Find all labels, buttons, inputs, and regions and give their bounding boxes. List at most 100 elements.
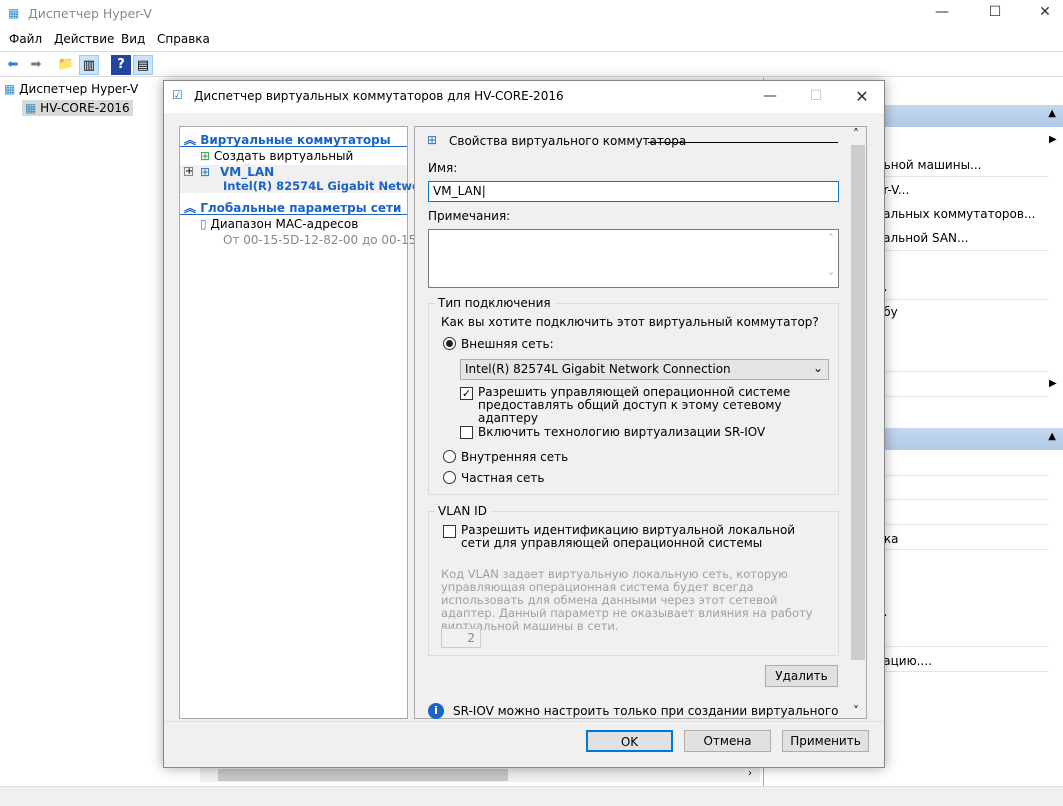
network-switch-icon: ⊞ bbox=[427, 133, 438, 147]
tree-server-label: HV-CORE-2016 bbox=[40, 101, 130, 115]
external-network-radio[interactable] bbox=[443, 337, 456, 350]
network-add-icon: ⊞ bbox=[200, 149, 211, 163]
collapse-chevron-icon[interactable]: ︽ bbox=[184, 201, 196, 215]
properties-scrollbar[interactable]: ˄ ˅ bbox=[850, 127, 866, 718]
dialog-title: Диспетчер виртуальных коммутаторов для H… bbox=[194, 89, 564, 103]
section-global-network[interactable]: ︽ Глобальные параметры сети bbox=[180, 197, 407, 215]
collapse-icon[interactable]: ▲ bbox=[1048, 431, 1056, 442]
hyperv-manager-icon: ▦ bbox=[4, 82, 16, 96]
show-hide-action-pane-icon[interactable]: ▤ bbox=[133, 55, 153, 75]
delete-button[interactable]: Удалить bbox=[765, 665, 838, 687]
private-network-radio[interactable] bbox=[443, 471, 456, 484]
name-value: VM_LAN bbox=[433, 184, 482, 198]
switch-list: ︽ Виртуальные коммутаторы ⊞ Создать вирт… bbox=[179, 126, 440, 719]
menu-bar: Файл Действие Вид Справка bbox=[0, 28, 1063, 50]
horizontal-scrollbar[interactable]: › bbox=[200, 768, 760, 782]
adapter-dropdown[interactable]: Intel(R) 82574L Gigabit Network Connecti… bbox=[460, 359, 829, 380]
forward-icon[interactable]: ➡ bbox=[26, 55, 46, 75]
properties-header: Свойства виртуального коммутатора bbox=[449, 134, 687, 148]
maximize-button[interactable]: ☐ bbox=[985, 4, 1005, 22]
collapse-chevron-icon[interactable]: ︽ bbox=[184, 133, 196, 147]
vlan-id-label: VLAN ID bbox=[435, 504, 490, 518]
submenu-arrow-icon[interactable]: ▶ bbox=[1049, 378, 1057, 389]
allow-management-label: Разрешить управляющей операционной систе… bbox=[478, 385, 791, 425]
close-button[interactable]: ✕ bbox=[1035, 4, 1055, 22]
scroll-right-icon[interactable]: › bbox=[748, 768, 752, 779]
menu-view[interactable]: Вид bbox=[121, 32, 145, 46]
minimize-button[interactable]: — bbox=[932, 4, 952, 22]
toolbar: ⬅ ➡ 📁 ▥ ? ▤ bbox=[0, 51, 1063, 77]
help-icon[interactable]: ? bbox=[111, 55, 131, 75]
apply-button[interactable]: Применить bbox=[782, 730, 869, 752]
connection-type-group: Тип подключения Как вы хотите подключить… bbox=[428, 296, 839, 495]
notes-label: Примечания: bbox=[428, 209, 511, 223]
action-item[interactable]: льной машины... bbox=[876, 158, 982, 172]
vlan-allow-checkbox[interactable] bbox=[443, 525, 456, 538]
name-label: Имя: bbox=[428, 161, 458, 175]
vlan-allow-label: Разрешить идентификацию виртуальной лока… bbox=[461, 523, 796, 550]
scroll-up-icon[interactable]: ˄ bbox=[853, 127, 859, 141]
vlan-description: Код VLAN задает виртуальную локальную се… bbox=[441, 567, 813, 633]
section-label: Виртуальные коммутаторы bbox=[200, 133, 391, 147]
action-item[interactable]: уальных коммутаторов... bbox=[876, 207, 1035, 221]
folder-up-icon[interactable]: 📁 bbox=[56, 55, 76, 75]
info-icon: i bbox=[428, 703, 444, 719]
connection-type-label: Тип подключения bbox=[435, 296, 554, 310]
internal-network-label: Внутренняя сеть bbox=[461, 450, 569, 464]
external-network-label: Внешняя сеть: bbox=[461, 337, 554, 351]
vlan-id-value: 2 bbox=[467, 631, 475, 645]
scrollbar-thumb[interactable] bbox=[851, 145, 865, 660]
show-hide-tree-icon[interactable]: ▥ bbox=[79, 55, 99, 75]
dialog-maximize-button[interactable]: ☐ bbox=[806, 88, 826, 106]
back-icon[interactable]: ⬅ bbox=[3, 55, 23, 75]
section-label: Глобальные параметры сети bbox=[200, 201, 402, 215]
dialog-minimize-button[interactable]: — bbox=[760, 88, 780, 106]
allow-management-checkbox[interactable]: ✓ bbox=[460, 387, 473, 400]
sriov-checkbox[interactable] bbox=[460, 426, 473, 439]
switch-item-vm-lan[interactable]: + ⊞ VM_LAN Intel(R) 82574L Gigabit Netwo… bbox=[180, 165, 433, 193]
dialog-close-button[interactable]: ✕ bbox=[852, 87, 872, 106]
menu-help[interactable]: Справка bbox=[157, 32, 210, 46]
menu-action[interactable]: Действие bbox=[54, 32, 114, 46]
mac-range-item[interactable]: ▯ Диапазон MAC-адресов bbox=[200, 217, 358, 231]
scroll-down-icon[interactable]: ˅ bbox=[853, 704, 859, 718]
tree-server[interactable]: ▦ HV-CORE-2016 bbox=[22, 100, 133, 116]
sriov-info-text: SR-IOV можно настроить только при создан… bbox=[453, 704, 839, 718]
network-switch-icon: ⊞ bbox=[200, 165, 211, 179]
scroll-down-icon[interactable]: ˅ bbox=[828, 271, 834, 285]
action-item[interactable]: уальной SAN... bbox=[876, 231, 968, 245]
virtual-switch-manager-dialog: ☑ Диспетчер виртуальных коммутаторов для… bbox=[163, 80, 885, 768]
private-network-label: Частная сеть bbox=[461, 471, 545, 485]
vlan-id-group: VLAN ID Разрешить идентификацию виртуаль… bbox=[428, 504, 839, 656]
navigation-tree: ▦ Диспетчер Hyper-V ▦ HV-CORE-2016 bbox=[0, 78, 163, 778]
ok-button[interactable]: OK bbox=[586, 730, 673, 752]
submenu-arrow-icon[interactable]: ▶ bbox=[1049, 134, 1057, 145]
notes-textarea[interactable]: ˄ ˅ bbox=[428, 229, 839, 288]
menu-file[interactable]: Файл bbox=[9, 32, 42, 46]
hyperv-icon: ▦ bbox=[8, 6, 20, 20]
name-input[interactable]: VM_LAN| bbox=[428, 181, 839, 202]
status-bar bbox=[0, 786, 1063, 806]
chevron-down-icon: ⌄ bbox=[812, 361, 823, 375]
switch-properties-panel: ⊞ Свойства виртуального коммутатора Имя:… bbox=[414, 126, 867, 719]
server-icon: ▦ bbox=[25, 101, 37, 115]
collapse-icon[interactable]: ▲ bbox=[1048, 108, 1056, 119]
connection-question: Как вы хотите подключить этот виртуальны… bbox=[441, 315, 819, 329]
tree-root-label: Диспетчер Hyper-V bbox=[19, 82, 139, 96]
mac-range-label: Диапазон MAC-адресов bbox=[210, 217, 359, 231]
switch-name: VM_LAN bbox=[220, 165, 275, 179]
app-title: Диспетчер Hyper-V bbox=[28, 6, 152, 21]
tree-root[interactable]: ▦ Диспетчер Hyper-V bbox=[4, 82, 138, 96]
app-titlebar: ▦ Диспетчер Hyper-V — ☐ ✕ bbox=[0, 0, 1063, 28]
expand-icon[interactable]: + bbox=[184, 167, 193, 177]
vlan-id-input[interactable]: 2 bbox=[441, 628, 481, 648]
mac-range-value: От 00-15-5D-12-82-00 до 00-15-5... bbox=[223, 233, 440, 247]
switch-manager-icon: ☑ bbox=[172, 88, 183, 102]
scroll-up-icon[interactable]: ˄ bbox=[828, 232, 834, 246]
network-plug-icon: ▯ bbox=[200, 217, 207, 231]
cancel-button[interactable]: Отмена bbox=[684, 730, 771, 752]
switch-adapter: Intel(R) 82574L Gigabit Netwo... bbox=[223, 179, 434, 193]
section-virtual-switches[interactable]: ︽ Виртуальные коммутаторы bbox=[180, 129, 407, 147]
internal-network-radio[interactable] bbox=[443, 450, 456, 463]
adapter-value: Intel(R) 82574L Gigabit Network Connecti… bbox=[465, 362, 731, 376]
